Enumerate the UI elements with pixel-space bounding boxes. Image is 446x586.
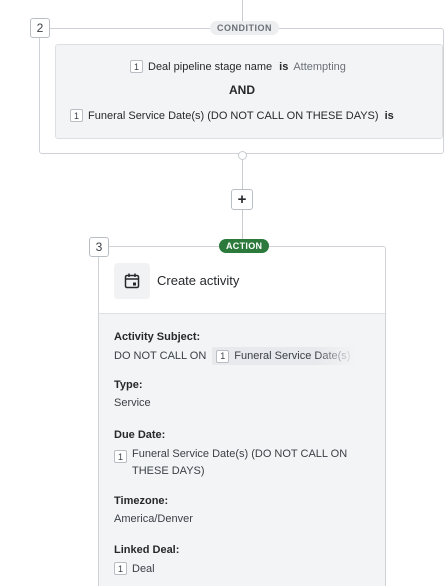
subject-prefix: DO NOT CALL ON [114,350,207,362]
rule-field: Funeral Service Date(s) (DO NOT CALL ON … [88,109,379,122]
condition-rule-1: 1 Deal pipeline stage name is Attempting [130,60,346,73]
field-label-type: Type: [114,379,143,391]
action-badge: ACTION [219,239,270,253]
overflow-fade [316,347,357,365]
variable-token: 1 [130,60,143,73]
variable-token: 1 [114,450,127,463]
action-title: Create activity [157,273,240,288]
connector-dot [238,151,247,160]
overflow-fade [396,45,442,138]
field-label-subject: Activity Subject: [114,331,201,343]
rule-field: Deal pipeline stage name [148,60,273,73]
variable-token: 1 [70,109,83,122]
variable-token: 1 [216,349,230,363]
due-date-line-1: Funeral Service Date(s) (DO NOT CALL ON [132,448,348,460]
subject-variable-chip: 1 Funeral Service Date(s) [212,347,357,365]
rule-operator: is [384,109,394,122]
step-number-3: 3 [89,237,109,257]
field-value-type: Service [114,397,151,409]
action-step-card[interactable]: Create activity Activity Subject: DO NOT… [98,246,386,586]
condition-joiner: AND [229,83,255,97]
field-value-due-date: 1 Funeral Service Date(s) (DO NOT CALL O… [114,446,347,480]
action-header[interactable]: Create activity [99,247,385,314]
rule-operator: is [279,60,289,73]
field-label-timezone: Timezone: [114,495,169,507]
condition-rule-2: 1 Funeral Service Date(s) (DO NOT CALL O… [70,109,394,122]
linked-deal-value: Deal [132,562,155,575]
field-value-timezone: America/Denver [114,513,193,525]
field-label-linked-deal: Linked Deal: [114,544,180,556]
step-number-2: 2 [30,18,50,38]
calendar-icon [114,263,150,299]
add-step-button[interactable]: + [231,189,253,210]
rule-value: Attempting [293,60,346,73]
due-date-text: Funeral Service Date(s) (DO NOT CALL ON … [132,446,347,480]
condition-badge: CONDITION [210,21,279,35]
field-value-linked-deal: 1 Deal [114,562,155,575]
due-date-line-2: THESE DAYS) [132,465,205,477]
variable-token: 1 [114,562,127,575]
field-label-due-date: Due Date: [114,429,166,441]
action-details: Activity Subject: DO NOT CALL ON 1 Funer… [99,314,385,586]
field-value-subject: DO NOT CALL ON 1 Funeral Service Date(s) [114,347,357,365]
condition-rules-panel: 1 Deal pipeline stage name is Attempting… [55,44,443,139]
